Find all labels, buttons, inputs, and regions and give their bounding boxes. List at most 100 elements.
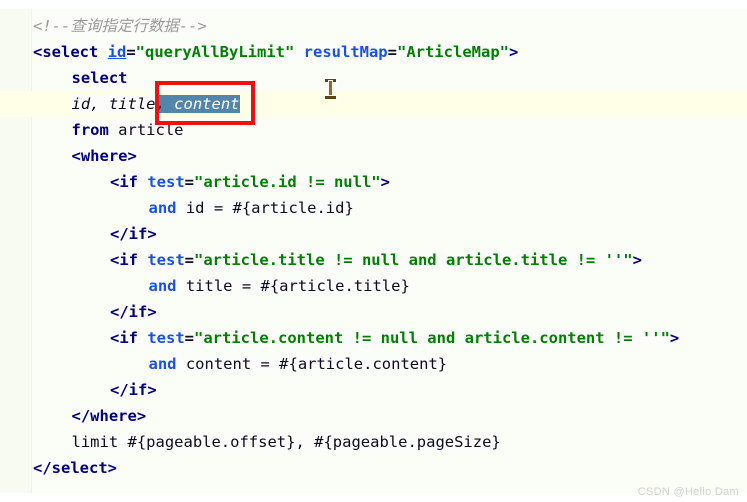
code-line[interactable]: </if>: [0, 221, 747, 247]
code-line[interactable]: <select id="queryAllByLimit" resultMap="…: [0, 39, 747, 65]
code-line-indent: select: [0, 65, 128, 91]
code-line[interactable]: <if test="article.content != null and ar…: [0, 325, 747, 351]
code-line-content[interactable]: </where>: [71, 407, 147, 425]
code-line-content[interactable]: <if test="article.id != null">: [110, 173, 390, 191]
code-token-plain: content = #{article.content}: [176, 355, 448, 373]
code-line[interactable]: and id = #{article.id}: [0, 195, 747, 221]
code-line-content[interactable]: </if>: [110, 381, 157, 399]
code-token-attr-nu: test: [147, 173, 185, 191]
code-line-indent: <if test="article.id != null">: [0, 169, 390, 195]
code-token-tag: <if: [110, 251, 148, 269]
code-line[interactable]: and content = #{article.content}: [0, 351, 747, 377]
ibeam-bottom-cap: [325, 96, 336, 99]
code-token-eq: =: [184, 251, 194, 269]
code-line-indent: </select>: [0, 455, 117, 481]
code-line-content[interactable]: <!--查询指定行数据-->: [33, 17, 207, 35]
code-token-tag: </if>: [110, 303, 157, 321]
code-line-content[interactable]: id, title, content: [71, 95, 240, 113]
code-line-content[interactable]: <select id="queryAllByLimit" resultMap="…: [33, 43, 519, 61]
code-line[interactable]: from article: [0, 117, 747, 143]
code-token-string: "article.content != null and article.con…: [194, 329, 670, 347]
code-token-tag: </if>: [110, 225, 157, 243]
code-line-content[interactable]: limit #{pageable.offset}, #{pageable.pag…: [71, 433, 501, 451]
code-line[interactable]: and title = #{article.title}: [0, 273, 747, 299]
code-token-tag: </where>: [71, 407, 147, 425]
code-token-tag: >: [508, 43, 519, 61]
code-token-string: "article.title != null and article.title…: [194, 251, 633, 269]
code-line-content[interactable]: from article: [71, 121, 184, 139]
code-line[interactable]: </if>: [0, 377, 747, 403]
code-token-attr: id: [107, 43, 127, 61]
code-token-eq: =: [184, 329, 194, 347]
code-token-selection: content: [164, 95, 240, 113]
code-line-content[interactable]: and id = #{article.id}: [148, 199, 354, 217]
code-token-italic: id, title: [71, 95, 156, 113]
code-line-content[interactable]: and content = #{article.content}: [148, 355, 448, 373]
code-token-tag: </if>: [110, 381, 157, 399]
code-line-indent: <if test="article.content != null and ar…: [0, 325, 680, 351]
code-token-keyword: select: [71, 69, 128, 87]
code-line[interactable]: <if test="article.title != null and arti…: [0, 247, 747, 273]
code-token-eq: =: [126, 43, 136, 61]
code-token-keyword-alt: and: [148, 355, 177, 373]
code-line-content[interactable]: <if test="article.title != null and arti…: [110, 251, 642, 269]
code-line[interactable]: </select>: [0, 455, 747, 481]
ibeam-stem: [329, 81, 332, 97]
code-line-indent: <if test="article.title != null and arti…: [0, 247, 642, 273]
code-line-indent: and title = #{article.title}: [0, 273, 410, 299]
code-token-string: "queryAllByLimit": [135, 43, 295, 61]
code-token-keyword-alt: and: [148, 199, 177, 217]
code-line-indent: <select id="queryAllByLimit" resultMap="…: [0, 39, 519, 65]
code-token-eq: =: [184, 173, 194, 191]
code-line-indent: </where>: [0, 403, 147, 429]
text-ibeam-cursor-icon: [325, 79, 336, 99]
code-line-indent: and id = #{article.id}: [0, 195, 354, 221]
code-line-content[interactable]: select: [71, 69, 128, 87]
code-line[interactable]: </if>: [0, 299, 747, 325]
code-token-selection-comma: ,: [155, 95, 165, 113]
code-line-indent: </if>: [0, 299, 157, 325]
code-token-string: "ArticleMap": [397, 43, 509, 61]
code-text-layer[interactable]: <!--查询指定行数据--> <select id="queryAllByLimi…: [0, 9, 747, 493]
code-line[interactable]: limit #{pageable.offset}, #{pageable.pag…: [0, 429, 747, 455]
code-line[interactable]: select: [0, 65, 747, 91]
code-line-indent: </if>: [0, 377, 157, 403]
code-token-plain: limit #{pageable.offset}, #{pageable.pag…: [71, 433, 501, 451]
code-line-indent: id, title, content: [0, 91, 240, 117]
code-token-tag: >: [380, 173, 390, 191]
code-token-eq: =: [387, 43, 397, 61]
code-line[interactable]: </where>: [0, 403, 747, 429]
code-line-content[interactable]: and title = #{article.title}: [148, 277, 410, 295]
code-line-indent: <!--查询指定行数据-->: [0, 13, 207, 39]
code-token-comment: <!--查询指定行数据-->: [33, 17, 207, 35]
code-token-tag: <where>: [71, 147, 137, 165]
code-token-attr-nu: resultMap: [303, 43, 388, 61]
code-line[interactable]: <where>: [0, 143, 747, 169]
code-line-indent: from article: [0, 117, 184, 143]
code-line[interactable]: <!--查询指定行数据-->: [0, 13, 747, 39]
code-token-plain: title = #{article.title}: [176, 277, 410, 295]
code-editor-pane[interactable]: <!--查询指定行数据--> <select id="queryAllByLimi…: [0, 0, 747, 502]
code-line-indent: </if>: [0, 221, 157, 247]
code-line-content[interactable]: </if>: [110, 303, 157, 321]
code-token-tag: >: [669, 329, 680, 347]
code-token-attr-nu: test: [147, 329, 185, 347]
code-line-indent: and content = #{article.content}: [0, 351, 448, 377]
code-token-tag: </select>: [33, 459, 117, 477]
code-token-keyword: from: [71, 121, 109, 139]
code-line-content[interactable]: <where>: [71, 147, 137, 165]
code-line[interactable]: <if test="article.id != null">: [0, 169, 747, 195]
code-token-tag: <if: [110, 173, 148, 191]
code-token-tag: <select: [33, 43, 108, 61]
code-line-indent: <where>: [0, 143, 137, 169]
code-token-plain: id = #{article.id}: [176, 199, 354, 217]
code-line-content[interactable]: </if>: [110, 225, 157, 243]
code-token-attr-nu: test: [147, 251, 185, 269]
code-token-string: "article.id != null": [194, 173, 381, 191]
code-line[interactable]: id, title, content: [0, 91, 747, 117]
code-line-content[interactable]: </select>: [33, 459, 117, 477]
code-token-tag: <if: [110, 329, 148, 347]
code-line-content[interactable]: <if test="article.content != null and ar…: [110, 329, 680, 347]
code-token-tag: >: [632, 251, 642, 269]
